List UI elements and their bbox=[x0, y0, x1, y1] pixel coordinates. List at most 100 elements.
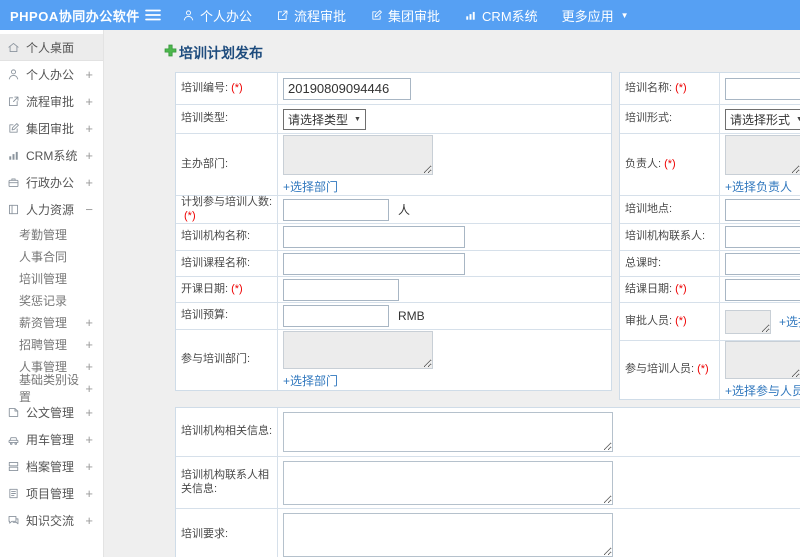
sidebar-item-knowledge-exchange[interactable]: 知识交流 + bbox=[0, 507, 103, 534]
expand-plus-icon[interactable]: + bbox=[85, 360, 93, 373]
planned-participants-input[interactable] bbox=[283, 198, 389, 221]
sidebar-subitem-salary-mgmt[interactable]: 薪资管理 + bbox=[0, 311, 103, 333]
page-title: 培训计划发布 bbox=[179, 45, 263, 61]
org-contact-label: 培训机构联系人: bbox=[620, 224, 720, 250]
total-hours-label: 总课时: bbox=[620, 251, 720, 276]
training-form-row: 培训形式: 请选择形式 ▼ bbox=[620, 105, 800, 134]
sidebar-item-human-resources[interactable]: 人力资源 − bbox=[0, 196, 103, 223]
expand-plus-icon[interactable]: + bbox=[85, 433, 93, 446]
leader-select-link[interactable]: +选择负责人 bbox=[725, 178, 792, 195]
required-mark: (*) bbox=[697, 363, 709, 376]
sidebar-item-group-approval[interactable]: 集团审批 + bbox=[0, 115, 103, 142]
org-info-textarea[interactable] bbox=[283, 412, 613, 452]
leader-row: 负责人: (*) +选择负责人 bbox=[620, 134, 800, 196]
host-dept-textarea[interactable] bbox=[283, 134, 433, 175]
participants-label: 参与培训人员: (*) bbox=[620, 341, 720, 399]
course-name-input[interactable] bbox=[283, 252, 465, 275]
required-mark: (*) bbox=[675, 282, 687, 295]
participant-depts-label: 参与培训部门: bbox=[176, 330, 278, 390]
training-type-field: 请选择类型 ▼ bbox=[278, 105, 611, 133]
org-info-field bbox=[278, 408, 800, 456]
participants-textarea[interactable] bbox=[725, 341, 800, 379]
sidebar-item-personal-office[interactable]: 个人办公 + bbox=[0, 61, 103, 88]
org-contact-label-text: 培训机构联系人: bbox=[625, 230, 706, 243]
sidebar-item-personal-desktop[interactable]: 个人桌面 bbox=[0, 34, 103, 61]
edit-icon bbox=[370, 9, 383, 22]
org-name-input[interactable] bbox=[283, 226, 465, 248]
training-type-row: 培训类型: 请选择类型 ▼ bbox=[176, 105, 611, 134]
sidebar-item-vehicle-mgmt[interactable]: 用车管理 + bbox=[0, 426, 103, 453]
collapse-minus-icon[interactable]: − bbox=[85, 203, 93, 216]
total-hours-input[interactable] bbox=[725, 252, 800, 275]
start-date-input[interactable] bbox=[283, 278, 399, 301]
org-contact-info-textarea[interactable] bbox=[283, 460, 613, 505]
training-place-label: 培训地点: bbox=[620, 196, 720, 223]
participants-select-link[interactable]: +选择参与人员 bbox=[725, 382, 800, 399]
approvers-textarea[interactable] bbox=[725, 309, 771, 334]
required-mark: (*) bbox=[675, 314, 687, 327]
sidebar-subitem-training-mgmt[interactable]: 培训管理 bbox=[0, 267, 103, 289]
expand-plus-icon[interactable]: + bbox=[85, 95, 93, 108]
budget-field: RMB bbox=[278, 303, 611, 329]
sidebar-subitem-attendance-mgmt[interactable]: 考勤管理 bbox=[0, 223, 103, 245]
org-contact-input[interactable] bbox=[725, 226, 800, 248]
nav-item-group-approval[interactable]: 集团审批 bbox=[370, 6, 440, 25]
sidebar-item-admin-office[interactable]: 行政办公 + bbox=[0, 169, 103, 196]
participant-depts-textarea[interactable] bbox=[283, 331, 433, 369]
training-name-row: 培训名称: (*) bbox=[620, 73, 800, 105]
home-icon bbox=[7, 41, 20, 54]
expand-plus-icon[interactable]: + bbox=[85, 406, 93, 419]
leader-label-text: 负责人: bbox=[625, 157, 662, 170]
training-form-select[interactable]: 请选择形式 ▼ bbox=[725, 108, 800, 130]
nav-item-personal-office[interactable]: 个人办公 bbox=[182, 6, 252, 25]
participant-depts-select-link[interactable]: +选择部门 bbox=[283, 372, 338, 389]
leader-textarea[interactable] bbox=[725, 134, 800, 175]
hamburger-menu-icon[interactable] bbox=[138, 9, 168, 21]
org-contact-info-row: 培训机构联系人相关信息: bbox=[176, 457, 800, 509]
expand-plus-icon[interactable]: + bbox=[85, 316, 93, 329]
expand-plus-icon[interactable]: + bbox=[85, 460, 93, 473]
end-date-input[interactable] bbox=[725, 278, 800, 301]
training-form-field: 请选择形式 ▼ bbox=[720, 105, 800, 133]
training-name-input[interactable] bbox=[725, 77, 800, 100]
chat-icon bbox=[7, 514, 20, 527]
sidebar-subitem-recruit-mgmt[interactable]: 招聘管理 + bbox=[0, 333, 103, 355]
sidebar-subitem-base-category-settings[interactable]: 基础类别设置 + bbox=[0, 373, 103, 404]
sidebar: 个人桌面 个人办公 + 流程审批 + 集团审批 + CRM系统 + 行政办公 + 人力资源 − 考勤管理人… bbox=[0, 30, 104, 557]
expand-plus-icon[interactable]: + bbox=[85, 487, 93, 500]
expand-plus-icon[interactable]: + bbox=[85, 122, 93, 135]
main-content: 培训计划发布 培训编号:(*)培训类型:请选择类型▼主办部门:+选择部门计划参与… bbox=[104, 30, 800, 557]
expand-plus-icon[interactable]: + bbox=[85, 514, 93, 527]
training-no-label: 培训编号: (*) bbox=[176, 73, 278, 104]
training-no-input[interactable] bbox=[283, 77, 411, 100]
sidebar-subitem-reward-records[interactable]: 奖惩记录 bbox=[0, 289, 103, 311]
approvers-select-link[interactable]: +选择审批人员 bbox=[779, 313, 800, 330]
expand-plus-icon[interactable]: + bbox=[85, 382, 93, 395]
expand-plus-icon[interactable]: + bbox=[85, 149, 93, 162]
sidebar-item-document-mgmt[interactable]: 公文管理 + bbox=[0, 399, 103, 426]
nav-item-workflow-approval[interactable]: 流程审批 bbox=[276, 6, 346, 25]
expand-plus-icon[interactable]: + bbox=[85, 338, 93, 351]
nav-item-crm-system[interactable]: CRM系统 bbox=[464, 6, 538, 25]
sidebar-item-archive-mgmt[interactable]: 档案管理 + bbox=[0, 453, 103, 480]
top-header: PHPOA协同办公软件 个人办公 流程审批 集团审批 CRM系统 更多应用 ▼ bbox=[0, 0, 800, 30]
nav-item-more-apps[interactable]: 更多应用 ▼ bbox=[562, 6, 629, 25]
chevron-down-icon: ▼ bbox=[620, 10, 629, 20]
sidebar-item-project-mgmt[interactable]: 项目管理 + bbox=[0, 480, 103, 507]
expand-plus-icon[interactable]: + bbox=[85, 176, 93, 189]
total-hours-row: 总课时: bbox=[620, 251, 800, 277]
sidebar-subitem-label: 招聘管理 bbox=[19, 337, 68, 352]
training-type-select[interactable]: 请选择类型 ▼ bbox=[283, 108, 366, 130]
sidebar-item-crm-system[interactable]: CRM系统 + bbox=[0, 142, 103, 169]
clipboard-icon bbox=[7, 487, 20, 500]
end-date-row: 结课日期: (*) bbox=[620, 277, 800, 303]
budget-input[interactable] bbox=[283, 305, 389, 327]
sidebar-subitem-personnel-contract[interactable]: 人事合同 bbox=[0, 245, 103, 267]
sidebar-item-workflow-approval[interactable]: 流程审批 + bbox=[0, 88, 103, 115]
training-place-input[interactable] bbox=[725, 198, 800, 221]
expand-plus-icon[interactable]: + bbox=[85, 68, 93, 81]
training-name-field bbox=[720, 73, 800, 104]
participant-depts-field: +选择部门 bbox=[278, 330, 611, 390]
host-dept-select-link[interactable]: +选择部门 bbox=[283, 178, 338, 195]
training-requirements-textarea[interactable] bbox=[283, 512, 613, 557]
